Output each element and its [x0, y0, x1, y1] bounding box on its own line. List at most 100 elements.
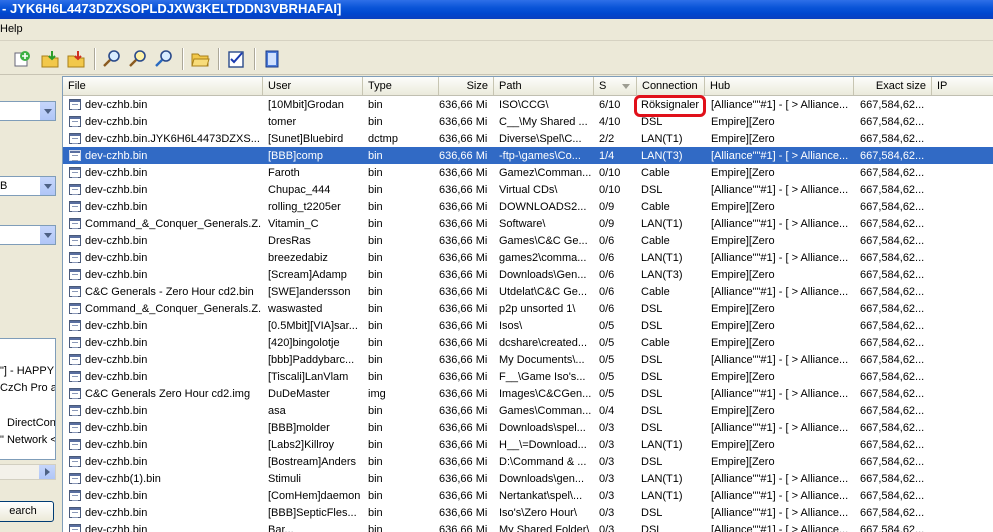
table-row[interactable]: dev-czhb.bin Chupac_444 bin 636,66 MiB Virtu… [63, 181, 993, 198]
cell-type: bin [368, 184, 383, 196]
cell-file: dev-czhb(1).bin [85, 473, 161, 485]
cell-path: Diverse\Spel\C... [499, 133, 582, 145]
table-row[interactable]: dev-czhb.bin [10Mbit]Grodan bin 636,66 MiB I… [63, 96, 993, 113]
column-header-type[interactable]: Type [363, 77, 439, 95]
cell-hub: [Alliance""#1] - [ > Alliance... [711, 490, 849, 502]
cell-connection: DSL [641, 303, 663, 315]
column-header-size[interactable]: Size [439, 77, 494, 95]
table-row[interactable]: dev-czhb.bin [BBB]comp bin 636,66 MiB -ftp-\… [63, 147, 993, 164]
hub-list-item[interactable]: DirectCon [7, 417, 55, 429]
table-row[interactable]: dev-czhb.bin asa bin 636,66 MiB Games\Comman… [63, 402, 993, 419]
table-row[interactable]: dev-czhb.bin Faroth bin 636,66 MiB Gamez\Com… [63, 164, 993, 181]
table-row[interactable]: dev-czhb.bin tomer bin 636,66 MiB C__\My Sha… [63, 113, 993, 130]
search-tth-icon[interactable] [126, 47, 150, 71]
download-to-icon[interactable] [64, 47, 88, 71]
cell-user: DuDeMaster [268, 388, 330, 400]
search-type-combo[interactable] [0, 101, 56, 121]
hub-list[interactable]: "] - HAPPY CzCh Pro a DirectCon " Networ… [0, 338, 56, 460]
hub-list-item[interactable]: "] - HAPPY [0, 365, 54, 377]
cell-type: bin [368, 167, 383, 179]
column-header-path[interactable]: Path [494, 77, 594, 95]
column-header-ip[interactable]: IP [932, 77, 993, 95]
cell-user: Chupac_444 [268, 184, 331, 196]
chevron-down-icon[interactable] [39, 177, 55, 195]
cell-hub: Empire][Zero [711, 320, 775, 332]
table-row[interactable]: dev-czhb.bin [Bostream]Anders bin 636,66 Mi… [63, 453, 993, 470]
settings-icon[interactable] [224, 47, 248, 71]
file-icon [69, 337, 81, 348]
cell-path: Downloads\Gen... [499, 269, 587, 281]
cell-file: dev-czhb.bin [85, 184, 148, 196]
table-row[interactable]: dev-czhb.bin DresRas bin 636,66 MiB Games\C&… [63, 232, 993, 249]
cell-size: 636,66 MiB [439, 371, 488, 383]
search-icon[interactable] [100, 47, 124, 71]
table-row[interactable]: dev-czhb.bin [ComHem]daemon bin 636,66 MiB N… [63, 487, 993, 504]
column-header-slots[interactable]: S [594, 77, 637, 95]
chevron-down-icon[interactable] [39, 102, 55, 120]
table-row[interactable]: C&C Generals Zero Hour cd2.img DuDeMaster… [63, 385, 993, 402]
search-button[interactable]: earch [0, 501, 54, 522]
table-row[interactable]: dev-czhb.bin [0.5Mbit][VIA]sar... bin 636,6… [63, 317, 993, 334]
file-icon [69, 473, 81, 484]
hub-list-item[interactable]: CzCh Pro a [0, 382, 55, 394]
table-row[interactable]: dev-czhb(1).bin Stimuli bin 636,66 MiB Downl… [63, 470, 993, 487]
search-results-table: File User Type Size Path S Connection Hu… [62, 76, 993, 532]
cell-hub: [Alliance""#1] - [ > Alliance... [711, 99, 849, 111]
hub-list-item[interactable]: " Network < [0, 434, 55, 446]
cell-user: [Labs2]Killroy [268, 439, 335, 451]
cell-size: 636,66 MiB [439, 456, 488, 468]
menu-help[interactable]: Help [0, 23, 23, 35]
file-icon [69, 150, 81, 161]
table-row[interactable]: Command_&_Conquer_Generals.Z... Vitamin_C… [63, 215, 993, 232]
table-row[interactable]: C&C Generals - Zero Hour cd2.bin [SWE]and… [63, 283, 993, 300]
table-row[interactable]: dev-czhb.bin Bar... bin 636,66 MiB My Shared… [63, 521, 993, 532]
cell-type: bin [368, 269, 383, 281]
hub-list-scrollbar[interactable] [0, 464, 56, 480]
notepad-icon[interactable] [260, 47, 284, 71]
table-row[interactable]: dev-czhb.bin [bbb]Paddybarc... bin 636,66 M… [63, 351, 993, 368]
column-header-exact-size[interactable]: Exact size [854, 77, 932, 95]
column-header-file[interactable]: File [63, 77, 263, 95]
table-row[interactable]: dev-czhb.bin breezedabiz bin 636,66 MiB game… [63, 249, 993, 266]
table-row[interactable]: dev-czhb.bin [420]bingolotje bin 636,66 MiB… [63, 334, 993, 351]
refresh-icon[interactable] [10, 47, 34, 71]
table-row[interactable]: dev-czhb.bin rolling_t2205er bin 636,66 MiB… [63, 198, 993, 215]
cell-size: 636,66 MiB [439, 201, 488, 213]
cell-hub: Empire][Zero [711, 439, 775, 451]
folder-icon[interactable] [188, 47, 212, 71]
toolbar [0, 42, 993, 75]
table-row[interactable]: dev-czhb.bin [Tiscali]LanVlam bin 636,66 Mi… [63, 368, 993, 385]
cell-size: 636,66 MiB [439, 303, 488, 315]
table-row[interactable]: dev-czhb.bin [BBB]molder bin 636,66 MiB Down… [63, 419, 993, 436]
cell-exact-size: 667,584,62... [860, 252, 925, 264]
file-icon [69, 218, 81, 229]
cell-exact-size: 667,584,62... [860, 388, 925, 400]
cell-exact-size: 667,584,62... [860, 507, 925, 519]
column-header-hub[interactable]: Hub [705, 77, 854, 95]
cell-size: 636,66 MiB [439, 405, 488, 417]
cell-slots: 0/9 [599, 218, 615, 230]
cell-connection: Cable [641, 201, 670, 213]
cell-exact-size: 667,584,62... [860, 524, 925, 532]
table-row[interactable]: dev-czhb.bin [Labs2]Killroy bin 636,66 MiB H… [63, 436, 993, 453]
chevron-right-icon[interactable] [39, 465, 55, 479]
cell-user: Vitamin_C [268, 218, 319, 230]
search-alternates-icon[interactable] [152, 47, 176, 71]
cell-user: [BBB]molder [268, 422, 330, 434]
column-header-connection[interactable]: Connection [637, 77, 705, 95]
download-icon[interactable] [38, 47, 62, 71]
chevron-down-icon[interactable] [39, 226, 55, 244]
column-header-user[interactable]: User [263, 77, 363, 95]
cell-slots: 4/10 [599, 116, 621, 128]
table-row[interactable]: dev-czhb.bin [BBB]SepticFles... bin 636,66 … [63, 504, 993, 521]
file-type-combo[interactable] [0, 225, 56, 245]
table-row[interactable]: Command_&_Conquer_Generals.Z... waswasted… [63, 300, 993, 317]
table-row[interactable]: dev-czhb.bin.JYK6H6L4473DZXS... [Sunet]Bl… [63, 130, 993, 147]
cell-exact-size: 667,584,62... [860, 150, 925, 162]
cell-size: 636,66 MiB [439, 354, 488, 366]
table-row[interactable]: dev-czhb.bin [Scream]Adamp bin 636,66 MiB Do… [63, 266, 993, 283]
size-mode-combo[interactable]: B [0, 176, 56, 196]
cell-exact-size: 667,584,62... [860, 286, 925, 298]
cell-file: dev-czhb.bin [85, 150, 148, 162]
cell-path: Nertankat\spel\... [499, 490, 583, 502]
